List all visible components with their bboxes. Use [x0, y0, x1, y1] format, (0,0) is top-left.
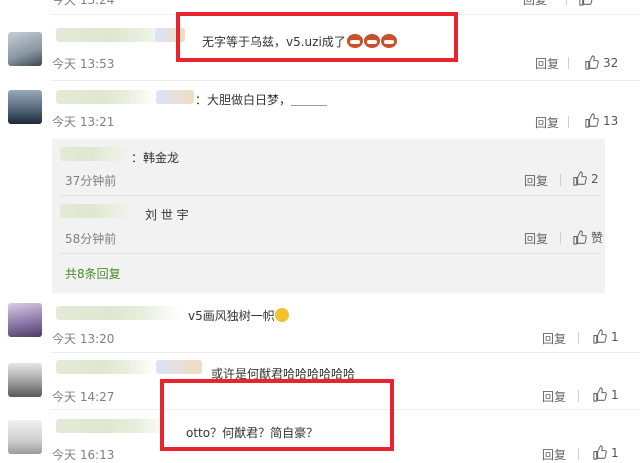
avatar[interactable] — [8, 363, 42, 397]
like-count: 赞 — [591, 231, 604, 245]
divider — [568, 116, 569, 128]
comment-time: 今天 13:21 — [52, 115, 115, 129]
avatar[interactable] — [8, 303, 42, 337]
like-button[interactable]: 赞 — [572, 229, 603, 246]
thumbs-up-icon — [585, 55, 599, 70]
username[interactable] — [56, 419, 171, 433]
like-count: 13 — [603, 113, 619, 128]
comment-time: 今天 14:27 — [52, 390, 115, 404]
comment-time: 今天 16:13 — [52, 448, 115, 462]
divider — [568, 57, 569, 69]
like-count: 1 — [611, 329, 619, 344]
sub-reply-time: 58分钟前 — [65, 232, 117, 246]
username[interactable] — [156, 90, 194, 104]
comment-text: v5画风独树一帜 — [188, 307, 289, 324]
reply-button[interactable]: 回复 — [535, 114, 559, 131]
thumbs-up-icon — [593, 445, 607, 460]
like-count: 2 — [591, 171, 599, 186]
divider — [50, 80, 640, 81]
like-count: 1 — [611, 387, 619, 402]
laughing-emoji-icon — [274, 308, 289, 322]
reply-button[interactable]: 回复 — [524, 230, 548, 247]
username[interactable] — [156, 360, 202, 374]
divider — [578, 390, 579, 402]
divider — [60, 253, 600, 254]
highlight-box — [160, 379, 394, 451]
reply-button[interactable]: 回复 — [524, 172, 548, 189]
like-button[interactable]: 13 — [584, 113, 618, 128]
like-button[interactable] — [578, 0, 593, 6]
thumbs-up-icon — [593, 329, 607, 344]
like-button[interactable]: 32 — [584, 55, 618, 70]
username[interactable] — [56, 360, 156, 374]
thumbs-up-icon — [573, 171, 587, 186]
avatar[interactable] — [8, 420, 42, 454]
reply-button[interactable]: 回复 — [542, 446, 566, 463]
sub-reply-text: ：韩金龙 — [131, 151, 180, 165]
thumbs-up-icon — [573, 230, 587, 245]
thumbs-up-icon — [593, 387, 607, 402]
reply-button[interactable]: 回复 — [535, 55, 559, 72]
like-button[interactable]: 1 — [592, 445, 619, 460]
divider — [560, 232, 561, 244]
comment-time: 今天 13:20 — [52, 332, 115, 346]
like-button[interactable]: 1 — [592, 387, 619, 402]
username[interactable] — [56, 90, 156, 104]
reply-button[interactable]: 回复 — [542, 330, 566, 347]
reply-button[interactable]: 回复 — [542, 388, 566, 405]
avatar[interactable] — [8, 90, 42, 124]
like-count: 32 — [603, 55, 619, 70]
divider — [60, 195, 600, 196]
avatar[interactable] — [8, 32, 42, 66]
username[interactable] — [60, 147, 130, 161]
username[interactable] — [60, 204, 132, 218]
username[interactable] — [56, 306, 181, 320]
sub-reply-text: 刘 世 宇 — [145, 208, 189, 222]
divider — [578, 448, 579, 460]
reply-button[interactable]: 回复 — [523, 0, 547, 8]
like-button[interactable]: 1 — [592, 329, 619, 344]
comment-text: ：大胆做白日梦，＿＿＿ — [195, 93, 328, 107]
comment-time: 今天 13:53 — [52, 57, 115, 71]
comment-time: 今天 13:24 — [52, 0, 115, 7]
more-replies-link[interactable]: 共8条回复 — [65, 265, 121, 282]
like-count: 1 — [611, 445, 619, 460]
divider — [578, 332, 579, 344]
divider — [50, 352, 640, 353]
divider — [566, 0, 567, 5]
divider — [560, 174, 561, 186]
like-button[interactable]: 2 — [572, 171, 599, 186]
sub-reply-time: 37分钟前 — [65, 174, 117, 188]
thumbs-up-icon — [579, 0, 593, 6]
thumbs-up-icon — [585, 113, 599, 128]
highlight-box — [176, 12, 458, 62]
